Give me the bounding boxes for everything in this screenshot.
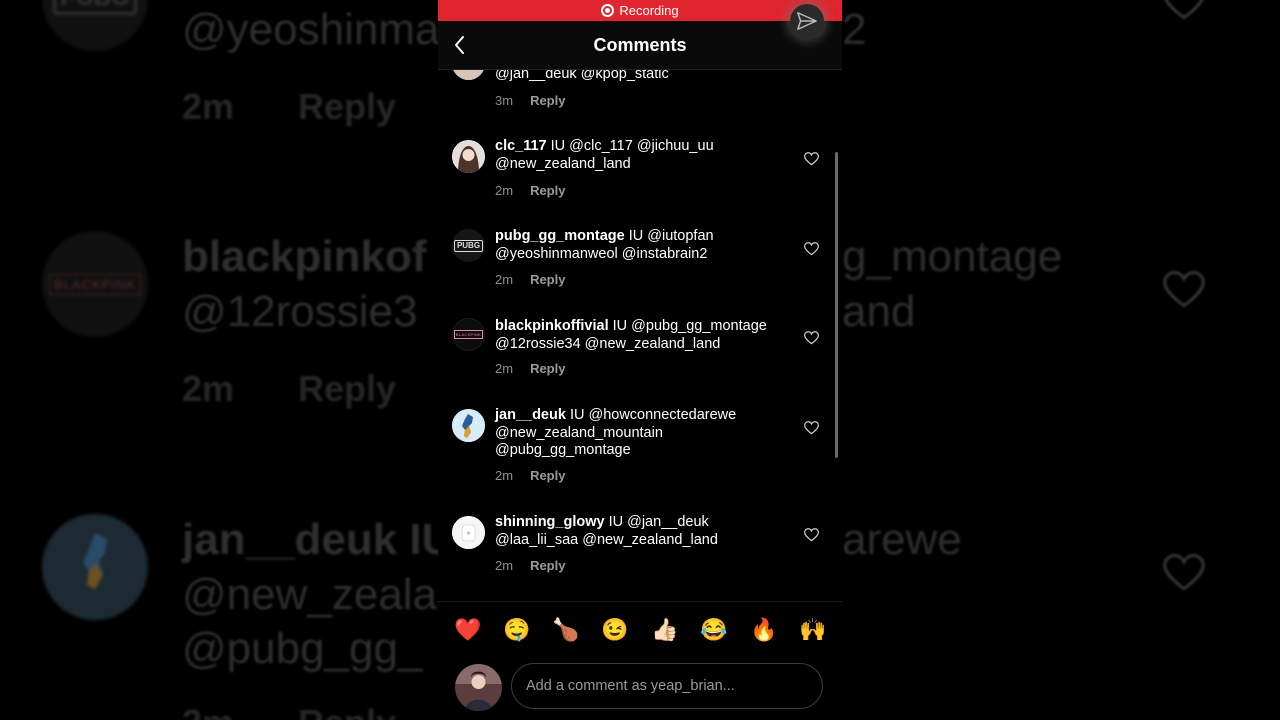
share-button-bg <box>790 4 824 38</box>
heart-icon[interactable] <box>804 152 819 166</box>
recording-label: Recording <box>619 3 679 18</box>
bg-pubg-logo: PUBG <box>53 0 137 15</box>
avatar[interactable] <box>452 70 485 80</box>
bg-heart-icon <box>1164 0 1204 20</box>
bg-line: @pubg_gg_ <box>182 624 423 673</box>
pubg-logo-icon: PUBG <box>453 239 484 252</box>
profile-photo-icon <box>452 70 485 80</box>
bg-map-avatar <box>42 514 148 620</box>
bg-time: 2m <box>182 86 235 127</box>
bg-heart-icon <box>1163 553 1205 591</box>
reply-button[interactable]: Reply <box>530 272 565 287</box>
comment-time: 2m <box>495 183 514 198</box>
comment-text: @jan__deuk @kpop_static <box>495 70 790 84</box>
paper-plane-icon <box>797 12 817 30</box>
comment-meta: 3m Reply <box>495 93 565 108</box>
heart-icon[interactable] <box>804 331 819 345</box>
avatar[interactable] <box>452 516 485 549</box>
comment-text: blackpinkoffivial IU @pubg_gg_montage @1… <box>495 318 790 353</box>
comment-time: 2m <box>495 361 514 376</box>
avatar[interactable] <box>452 140 485 173</box>
scrollbar[interactable] <box>835 152 838 458</box>
comment-meta: 2m Reply <box>495 272 565 287</box>
comment-list[interactable]: @jan__deuk @kpop_static 3m Reply clc_117 … <box>438 70 842 600</box>
bg-line: @new_zeala <box>182 570 438 619</box>
comment-username[interactable]: clc_117 <box>495 138 547 154</box>
avatar[interactable]: BLACKPINK <box>452 318 485 351</box>
emoji-button[interactable]: 🙌 <box>799 615 826 645</box>
bg-line-right: g_montage <box>842 232 1063 281</box>
bg-blackpink-logo: BLACKPINK <box>49 273 141 295</box>
emoji-button[interactable]: 👍🏻 <box>651 615 678 645</box>
bg-line-right: and <box>842 287 916 336</box>
comment-username[interactable]: shinning_glowy <box>495 514 605 530</box>
bg-line: jan__deuk IU <box>182 515 454 564</box>
bg-korea-map-icon <box>83 533 107 589</box>
bg-reply: Reply <box>298 368 397 409</box>
reply-button[interactable]: Reply <box>530 468 565 483</box>
comment-meta: 2m Reply <box>495 361 565 376</box>
bg-line-right: arewe <box>842 515 962 564</box>
comment-text: jan__deuk IU @howconnectedarewe @new_zea… <box>495 407 790 460</box>
record-icon <box>601 4 615 17</box>
comment-username[interactable]: jan__deuk <box>495 407 566 423</box>
emoji-bar: ❤️ 🤤 🍗 😉 👍🏻 😂 🔥 🙌 <box>438 601 842 660</box>
comments-screen: Recording Comments @jan__deuk @kpop_stat… <box>438 0 842 720</box>
bg-line: @12rossie3 <box>182 287 418 336</box>
my-avatar[interactable] <box>455 664 502 711</box>
comment-meta: 2m Reply <box>495 183 565 198</box>
profile-photo-icon <box>452 140 485 173</box>
blackpink-logo-icon: BLACKPINK <box>453 330 484 339</box>
emoji-button[interactable]: 😉 <box>601 615 628 645</box>
reply-button[interactable]: Reply <box>530 183 565 198</box>
reply-button[interactable]: Reply <box>530 93 565 108</box>
bg-time: 2m <box>182 702 234 720</box>
comment-input[interactable] <box>511 663 823 709</box>
heart-icon[interactable] <box>804 528 819 542</box>
heart-icon[interactable] <box>804 421 819 435</box>
comment-text: pubg_gg_montage IU @iutopfan @yeoshinman… <box>495 228 790 263</box>
emoji-button[interactable]: ❤️ <box>454 615 481 645</box>
bg-pubg-avatar: PUBG <box>42 0 148 51</box>
comment-username[interactable]: pubg_gg_montage <box>495 228 625 244</box>
reply-button[interactable]: Reply <box>530 361 565 376</box>
comment-content: @jan__deuk @kpop_static <box>495 70 669 82</box>
emoji-button[interactable]: 😂 <box>700 615 727 645</box>
comment-username[interactable]: blackpinkoffivial <box>495 318 609 334</box>
bg-blackpink-avatar: BLACKPINK <box>42 231 148 337</box>
comment-meta: 2m Reply <box>495 558 565 573</box>
emoji-button[interactable]: 🤤 <box>503 615 530 645</box>
white-cup-icon <box>452 516 485 549</box>
korea-map-icon <box>452 409 485 442</box>
heart-icon[interactable] <box>804 242 819 256</box>
comment-meta: 2m Reply <box>495 468 565 483</box>
bg-reply: Reply <box>298 702 396 720</box>
reply-button[interactable]: Reply <box>530 558 565 573</box>
comment-time: 2m <box>495 558 514 573</box>
avatar[interactable] <box>452 409 485 442</box>
comment-text: shinning_glowy IU @jan__deuk @laa_lii_sa… <box>495 514 790 549</box>
profile-photo-icon <box>455 664 502 711</box>
emoji-button[interactable]: 🔥 <box>750 615 777 645</box>
bg-line-right: 2 <box>842 5 867 54</box>
comment-time: 2m <box>495 468 514 483</box>
comment-time: 2m <box>495 272 514 287</box>
comment-text: clc_117 IU @clc_117 @jichuu_uu @new_zeal… <box>495 138 790 173</box>
bg-line: blackpinkof <box>182 232 427 281</box>
bg-heart-icon <box>1163 270 1205 308</box>
emoji-button[interactable]: 🍗 <box>552 615 579 645</box>
bg-time: 2m <box>182 368 235 409</box>
comment-time: 3m <box>495 93 514 108</box>
avatar[interactable]: PUBG <box>452 229 485 262</box>
share-button[interactable] <box>776 0 838 42</box>
bg-line: @yeoshinma <box>182 5 440 54</box>
bg-reply: Reply <box>298 86 397 127</box>
comment-composer <box>438 659 842 720</box>
